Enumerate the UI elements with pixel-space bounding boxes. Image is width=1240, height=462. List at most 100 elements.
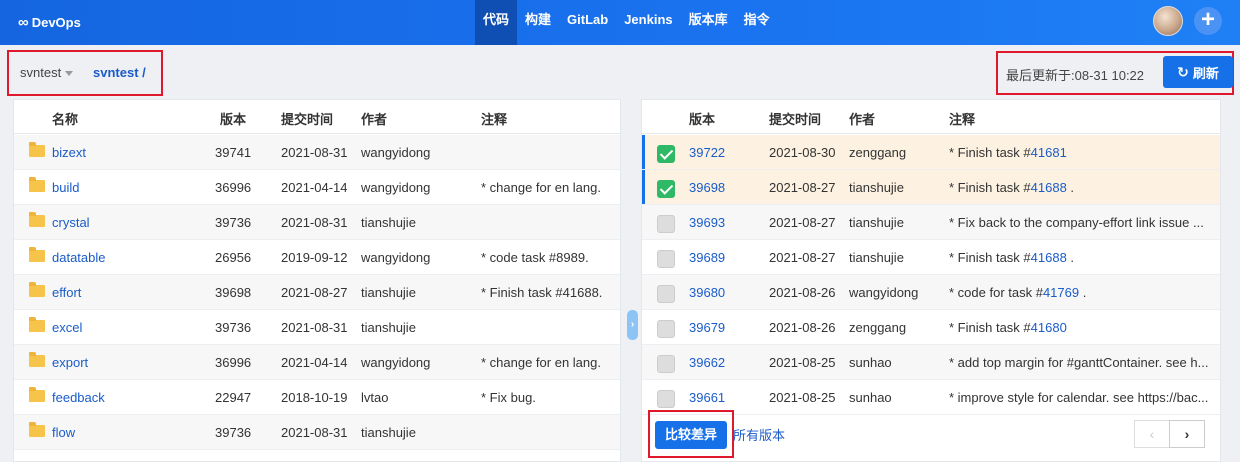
plus-icon: + [1200,6,1215,33]
author: wangyidong [361,355,431,370]
table-row[interactable]: feedback 22947 2018-10-19 lvtao * Fix bug. [14,380,620,415]
task-link[interactable]: 41769 [1043,285,1079,300]
commit-time: 2018-10-19 [281,390,348,405]
table-row[interactable]: effort 39698 2021-08-27 tianshujie * Finish … [14,275,620,310]
next-page-button[interactable]: › [1169,420,1205,448]
commit-time: 2021-08-27 [769,250,836,265]
comment: * add top margin for #ganttContainer. se… [949,355,1208,370]
revision-checkbox[interactable] [657,250,675,268]
revision-link[interactable]: 39661 [689,390,725,405]
table-row[interactable]: flow 39736 2021-08-31 tianshujie [14,415,620,450]
table-row[interactable]: 39689 2021-08-27 tianshujie * Finish task #… [642,240,1220,275]
breadcrumb[interactable]: svntest / [93,65,146,80]
add-button[interactable]: + [1194,7,1222,35]
author: zenggang [849,145,907,160]
table-row[interactable]: 39662 2021-08-25 sunhao * add top margin fo… [642,345,1220,380]
file-name[interactable]: flow [52,425,75,440]
table-row[interactable]: crystal 39736 2021-08-31 tianshujie [14,205,620,240]
commit-time: 2019-09-12 [281,250,348,265]
file-name[interactable]: build [52,180,79,195]
folder-icon [29,387,45,402]
revision-link[interactable]: 39698 [689,180,725,195]
revision-checkbox[interactable] [657,180,675,198]
comment-suffix: . [1066,250,1075,265]
col-time: 提交时间 [769,112,822,127]
chevron-right-icon: › [1184,426,1190,442]
table-row[interactable]: 39722 2021-08-30 zenggang * Finish task #41… [642,135,1220,170]
author: sunhao [849,390,892,405]
comment-text: * Finish task # [949,250,1031,265]
table-row[interactable]: build 36996 2021-04-14 wangyidong * change f… [14,170,620,205]
revision-checkbox[interactable] [657,320,675,338]
revision-checkbox[interactable] [657,285,675,303]
nav-item[interactable]: 指令 [736,0,778,45]
revision-list-header: 版本 提交时间 作者 注释 [642,100,1220,134]
file-name[interactable]: bizext [52,145,86,160]
task-link[interactable]: 41688 [1031,250,1067,265]
revision-link[interactable]: 39679 [689,320,725,335]
revision-link[interactable]: 39689 [689,250,725,265]
prev-page-button[interactable]: ‹ [1134,420,1170,448]
table-row[interactable]: excel 39736 2021-08-31 tianshujie [14,310,620,345]
last-updated-time: 08-31 10:22 [1074,68,1145,83]
revision: 26956 [215,250,252,265]
comment-text: * improve style for calendar. see https:… [949,390,1209,405]
table-row[interactable]: 39693 2021-08-27 tianshujie * Fix back to t… [642,205,1220,240]
comment-text: * Fix back to the company-effort link is… [949,215,1204,230]
file-name[interactable]: export [52,355,88,370]
author: wangyidong [361,180,431,195]
table-row[interactable]: datatable 26956 2019-09-12 wangyidong * code… [14,240,620,275]
revision-checkbox[interactable] [657,215,675,233]
file-name[interactable]: feedback [52,390,105,405]
revision: 39698 [215,285,252,300]
file-name[interactable]: effort [52,285,81,300]
task-link[interactable]: 41688 [1031,180,1067,195]
commit-time: 2021-08-27 [769,180,836,195]
table-row[interactable]: 39680 2021-08-26 wangyidong * code for task… [642,275,1220,310]
file-name[interactable]: excel [52,320,82,335]
comment-text: * code for task # [949,285,1043,300]
commit-time: 2021-04-14 [281,180,348,195]
col-author: 作者 [361,112,388,127]
commit-time: 2021-08-25 [769,355,836,370]
nav-item[interactable]: GitLab [559,0,616,45]
revision-link[interactable]: 39693 [689,215,725,230]
revision-link[interactable]: 39722 [689,145,725,160]
table-row[interactable]: bizext 39741 2021-08-31 wangyidong [14,135,620,170]
revision-checkbox[interactable] [657,355,675,373]
compare-button[interactable]: 比较差异 [655,421,727,449]
refresh-button[interactable]: ↻ 刷新 [1163,56,1233,88]
commit-time: 2021-08-26 [769,285,836,300]
table-row[interactable]: export 36996 2021-04-14 wangyidong * change … [14,345,620,380]
avatar[interactable] [1153,6,1183,36]
nav-item[interactable]: 版本库 [681,0,736,45]
revision-checkbox[interactable] [657,390,675,408]
comment: * code for task #41769 . [949,285,1086,300]
file-name[interactable]: crystal [52,215,90,230]
file-list-header: 名称 版本 提交时间 作者 注释 [14,100,620,134]
repo-select[interactable]: svntest [20,65,74,80]
nav-item[interactable]: 代码 [475,0,518,45]
nav-item[interactable]: Jenkins [616,0,680,45]
nav-item[interactable]: 构建 [517,0,559,45]
collapse-handle[interactable]: › [627,310,638,340]
author: tianshujie [361,425,416,440]
revision-checkbox[interactable] [657,145,675,163]
file-name[interactable]: datatable [52,250,106,265]
task-link[interactable]: 41680 [1031,320,1067,335]
col-revision: 版本 [220,112,247,127]
app-logo[interactable]: ∞ DevOps [18,14,81,31]
revision-link[interactable]: 39662 [689,355,725,370]
table-row[interactable]: 39698 2021-08-27 tianshujie * Finish task #… [642,170,1220,205]
comment: * change for en lang. [481,355,601,370]
table-row[interactable]: 39679 2021-08-26 zenggang * Finish task #41… [642,310,1220,345]
all-versions-link[interactable]: 所有版本 [733,425,785,444]
comment-text: * Finish task # [949,180,1031,195]
revision-link[interactable]: 39680 [689,285,725,300]
folder-icon [29,177,45,192]
revision-list-panel: 版本 提交时间 作者 注释 39722 2021-08-30 zenggang * F… [641,99,1221,462]
col-time: 提交时间 [281,112,334,127]
folder-icon [29,422,45,437]
task-link[interactable]: 41681 [1031,145,1067,160]
last-updated: 最后更新于:08-31 10:22 [1006,65,1144,84]
